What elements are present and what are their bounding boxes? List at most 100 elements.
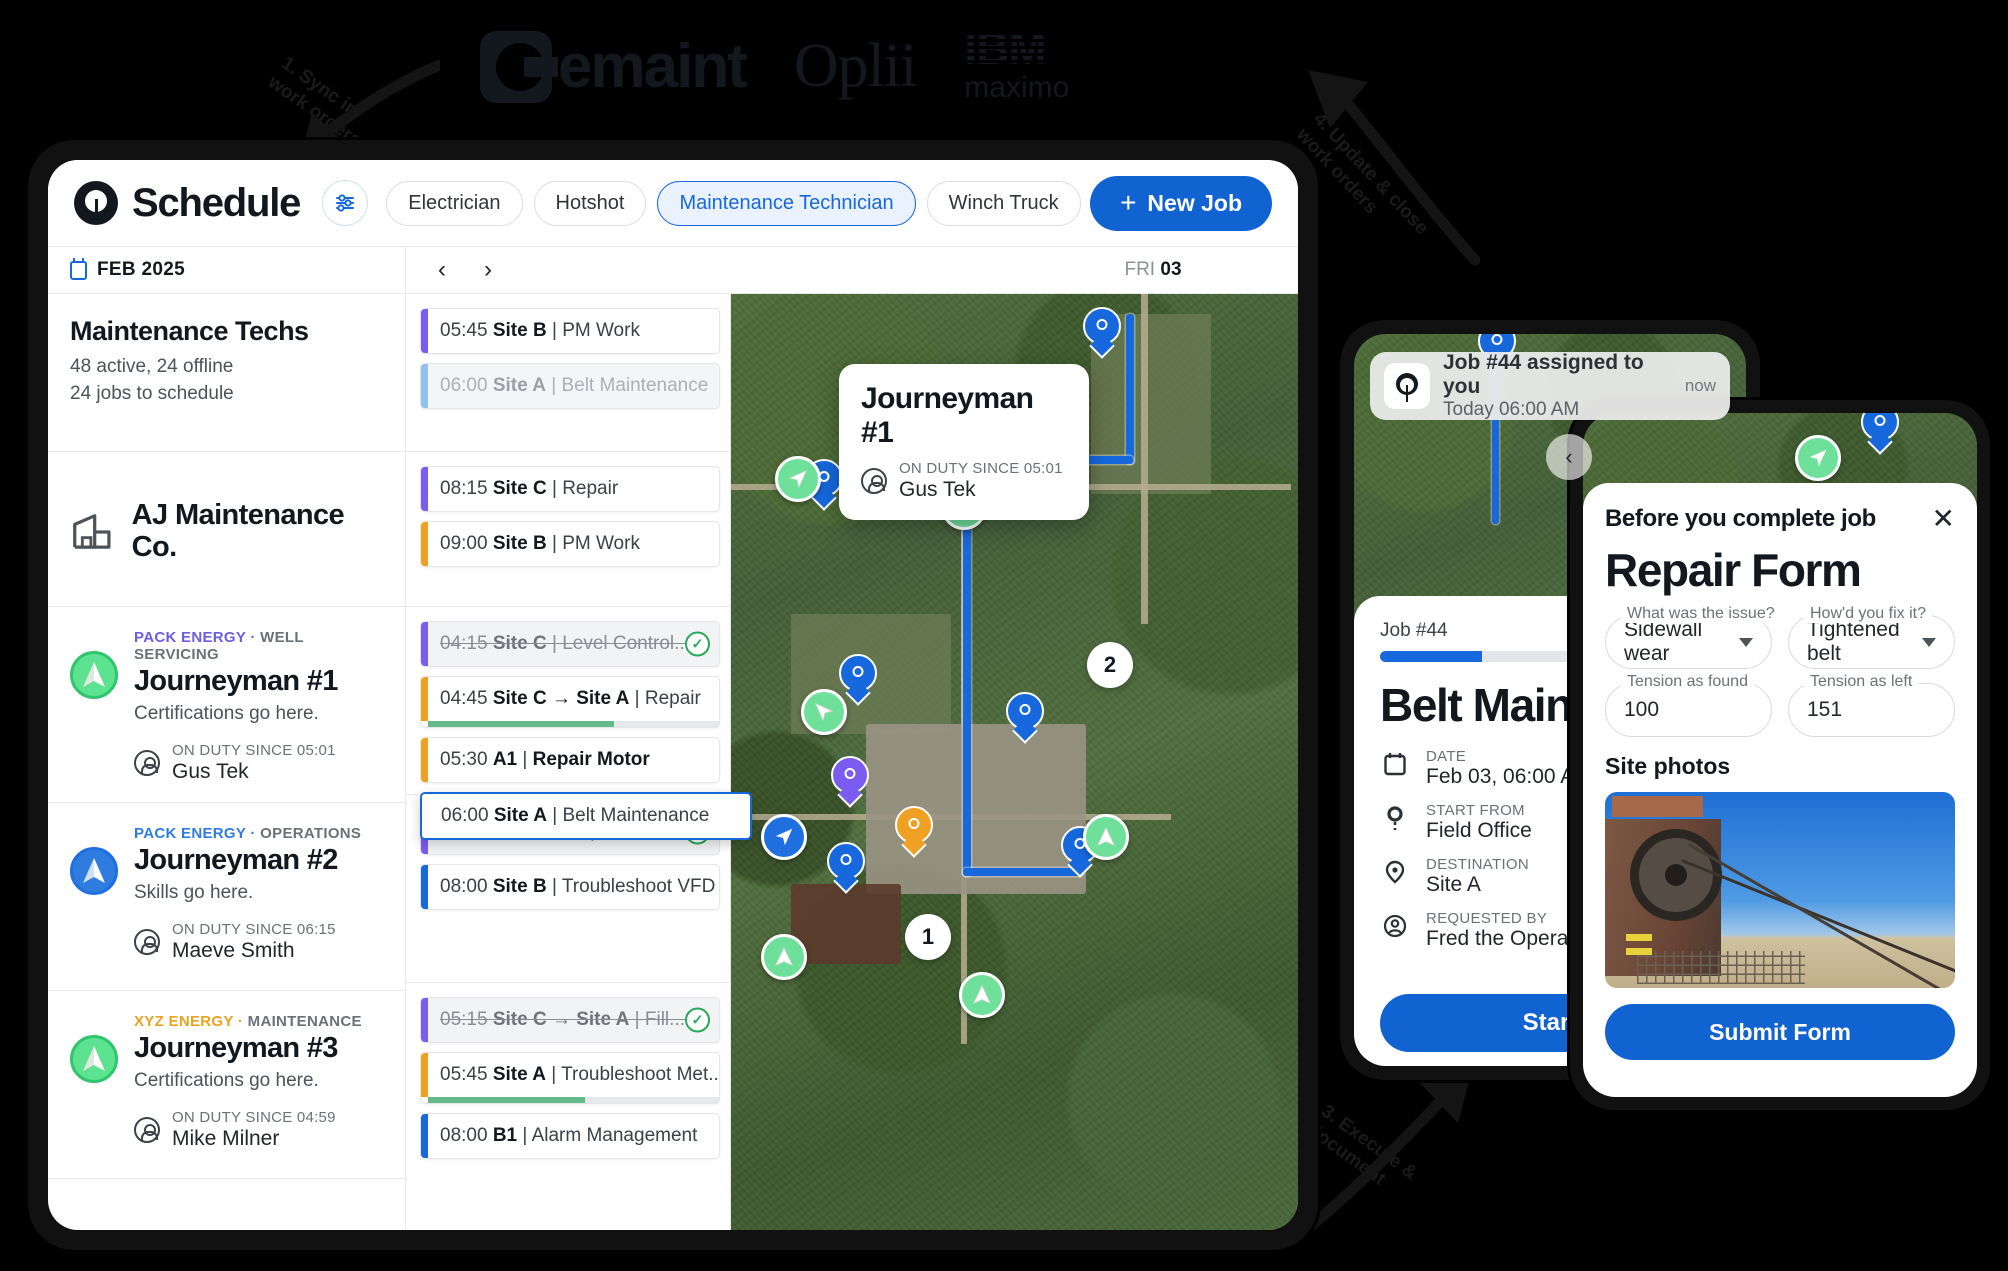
issue-select[interactable]: What was the issue? Sidewall wear — [1605, 605, 1781, 669]
job-task: Alarm Management — [531, 1125, 698, 1146]
field-value: 151 — [1807, 698, 1843, 721]
detail-value: Fred the Operator — [1426, 927, 1593, 950]
crew-dept: OPERATIONS — [260, 825, 362, 842]
site-photo[interactable] — [1605, 792, 1955, 988]
field-value: Tightened belt — [1807, 618, 1900, 665]
job-progress-bar — [428, 1097, 719, 1103]
form-title: Repair Form — [1605, 544, 1862, 596]
close-icon[interactable]: ✕ — [1932, 504, 1955, 532]
job-card[interactable]: 08:15 Site C | Repair — [420, 466, 720, 512]
crew-org: PACK ENERGY — [134, 629, 246, 646]
prev-day-button[interactable]: ‹ — [438, 258, 446, 282]
app-header: Schedule Electrician Hotshot Maintenance… — [48, 160, 1298, 246]
map-truck-marker[interactable] — [959, 972, 1005, 1018]
app-icon — [1384, 363, 1430, 409]
screenshot-root: emaint Oplii IBM maximo 1. Sync in work … — [0, 0, 2008, 1271]
map-truck-marker[interactable] — [775, 456, 821, 502]
job-card[interactable]: 06:00 Site A | Belt Maintenance — [420, 363, 720, 409]
push-notification[interactable]: Job #44 assigned to you Today 06:00 AM n… — [1370, 351, 1730, 420]
day-column-header: FRI 03 — [1008, 259, 1298, 281]
annotation-execute-document: 3. Execute & document — [1303, 1100, 1421, 1190]
job-card[interactable]: 04:15 Site C | Level Control... ✓ — [420, 621, 720, 667]
job-card[interactable]: 08:00 Site B | Troubleshoot VFD — [420, 864, 720, 910]
job-text: 08:00 B1 | Alarm Management — [428, 1114, 719, 1158]
job-card[interactable]: 05:45 Site B | PM Work — [420, 308, 720, 354]
job-card[interactable]: 05:15 Site C → Site A | Fill... ✓ — [420, 997, 720, 1043]
field-value: 100 — [1624, 698, 1660, 721]
filter-button[interactable] — [322, 180, 369, 226]
job-site: Site C — [492, 478, 547, 499]
job-site: Site B — [492, 320, 547, 341]
sliders-icon — [336, 194, 355, 212]
crew-org: PACK ENERGY — [134, 825, 246, 842]
job-card[interactable]: 05:45 Site A | Troubleshoot Met... — [420, 1052, 720, 1104]
map-structure — [791, 884, 901, 964]
crew-row-journeyman-3[interactable]: XYZ ENERGY · MAINTENANCE Journeyman #3 C… — [48, 991, 405, 1179]
job-time: 05:45 — [440, 1064, 488, 1085]
job-card[interactable]: 09:00 Site B | PM Work — [420, 521, 720, 567]
back-button[interactable]: ‹ — [1546, 434, 1592, 480]
job-text: 09:00 Site B | PM Work — [428, 522, 719, 566]
job-progress-bar — [428, 721, 719, 727]
popup-title: Journeyman #1 — [861, 382, 1034, 449]
job-text: 04:45 Site C → Site A | Repair — [428, 677, 719, 721]
crew-summary-line1: 48 active, 24 offline — [70, 356, 234, 377]
navigation-icon — [774, 946, 794, 967]
job-task: Belt Maintenance — [561, 375, 709, 396]
crew-meta: PACK ENERGY · OPERATIONS Journeyman #2 S… — [134, 825, 383, 972]
route-line — [1126, 314, 1134, 464]
logo-ibm-maximo: IBM maximo — [964, 25, 1069, 105]
map-pin[interactable] — [1083, 307, 1121, 355]
job-site: Site B — [492, 533, 547, 554]
map-truck-marker[interactable] — [801, 689, 847, 735]
map-truck-marker[interactable] — [1795, 435, 1841, 481]
submit-form-button[interactable]: Submit Form — [1605, 1004, 1955, 1060]
map-pin[interactable] — [831, 756, 869, 804]
person-icon — [134, 1117, 160, 1143]
map-cluster[interactable]: 1 — [905, 914, 951, 960]
job-text: 06:00 Site A | Belt Maintenance — [429, 794, 750, 838]
map-pin[interactable] — [827, 842, 865, 890]
tab-electrician[interactable]: Electrician — [386, 180, 523, 226]
crew-row-journeyman-2[interactable]: PACK ENERGY · OPERATIONS Journeyman #2 S… — [48, 803, 405, 991]
page-title: Schedule — [132, 180, 301, 225]
map-truck-marker[interactable] — [1083, 814, 1129, 860]
tab-maintenance-technician[interactable]: Maintenance Technician — [657, 180, 916, 226]
job-sep: | — [551, 876, 557, 897]
map-pin[interactable] — [839, 654, 877, 702]
navigation-icon — [788, 469, 808, 489]
tension-left-input[interactable]: Tension as left 151 — [1788, 673, 1955, 737]
map-pin[interactable] — [1861, 413, 1899, 451]
map-cluster[interactable]: 2 — [1087, 642, 1133, 688]
tab-winch-truck[interactable]: Winch Truck — [926, 180, 1081, 226]
crew-row-journeyman-1[interactable]: PACK ENERGY · WELL SERVICING Journeyman … — [48, 607, 405, 803]
new-job-button[interactable]: + New Job — [1090, 175, 1272, 231]
tab-hotshot[interactable]: Hotshot — [533, 180, 647, 226]
schedule-group: 04:15 Site C | Level Control... ✓ 04:45 … — [406, 607, 752, 840]
crew-company-row[interactable]: AJ Maintenance Co. — [48, 452, 405, 607]
month-selector[interactable]: FEB 2025 — [48, 247, 406, 293]
detail-label: START FROM — [1426, 802, 1525, 819]
crew-summary-title: Maintenance Techs — [70, 316, 309, 346]
job-card[interactable]: 04:45 Site C → Site A | Repair — [420, 676, 720, 728]
job-time: 06:00 — [440, 375, 488, 396]
fix-select[interactable]: How'd you fix it? Tightened belt — [1788, 605, 1955, 669]
crew-org: XYZ ENERGY — [134, 1013, 234, 1030]
map-truck-marker[interactable] — [761, 814, 807, 860]
map-truck-marker[interactable] — [761, 934, 807, 980]
map-canvas[interactable]: 2 1 Journeyman #1 ON DUTY SINCE 05:01 Gu… — [731, 294, 1298, 1230]
map-pin[interactable] — [895, 806, 933, 854]
job-color-bar — [421, 1114, 428, 1158]
job-sep: | — [522, 749, 528, 770]
next-day-button[interactable]: › — [484, 258, 492, 282]
tension-found-input[interactable]: Tension as found 100 — [1605, 673, 1772, 737]
job-complete-icon: ✓ — [685, 631, 710, 657]
job-task: PM Work — [562, 533, 640, 554]
job-card-dragging[interactable]: 06:00 Site A | Belt Maintenance 👆 — [420, 792, 752, 840]
plus-icon: + — [1120, 186, 1137, 218]
map-pin[interactable] — [1006, 692, 1044, 740]
job-color-bar — [422, 794, 429, 838]
job-site: Site A — [492, 375, 546, 396]
job-card[interactable]: 05:30 A1 | Repair Motor — [420, 737, 720, 783]
job-card[interactable]: 08:00 B1 | Alarm Management — [420, 1113, 720, 1159]
